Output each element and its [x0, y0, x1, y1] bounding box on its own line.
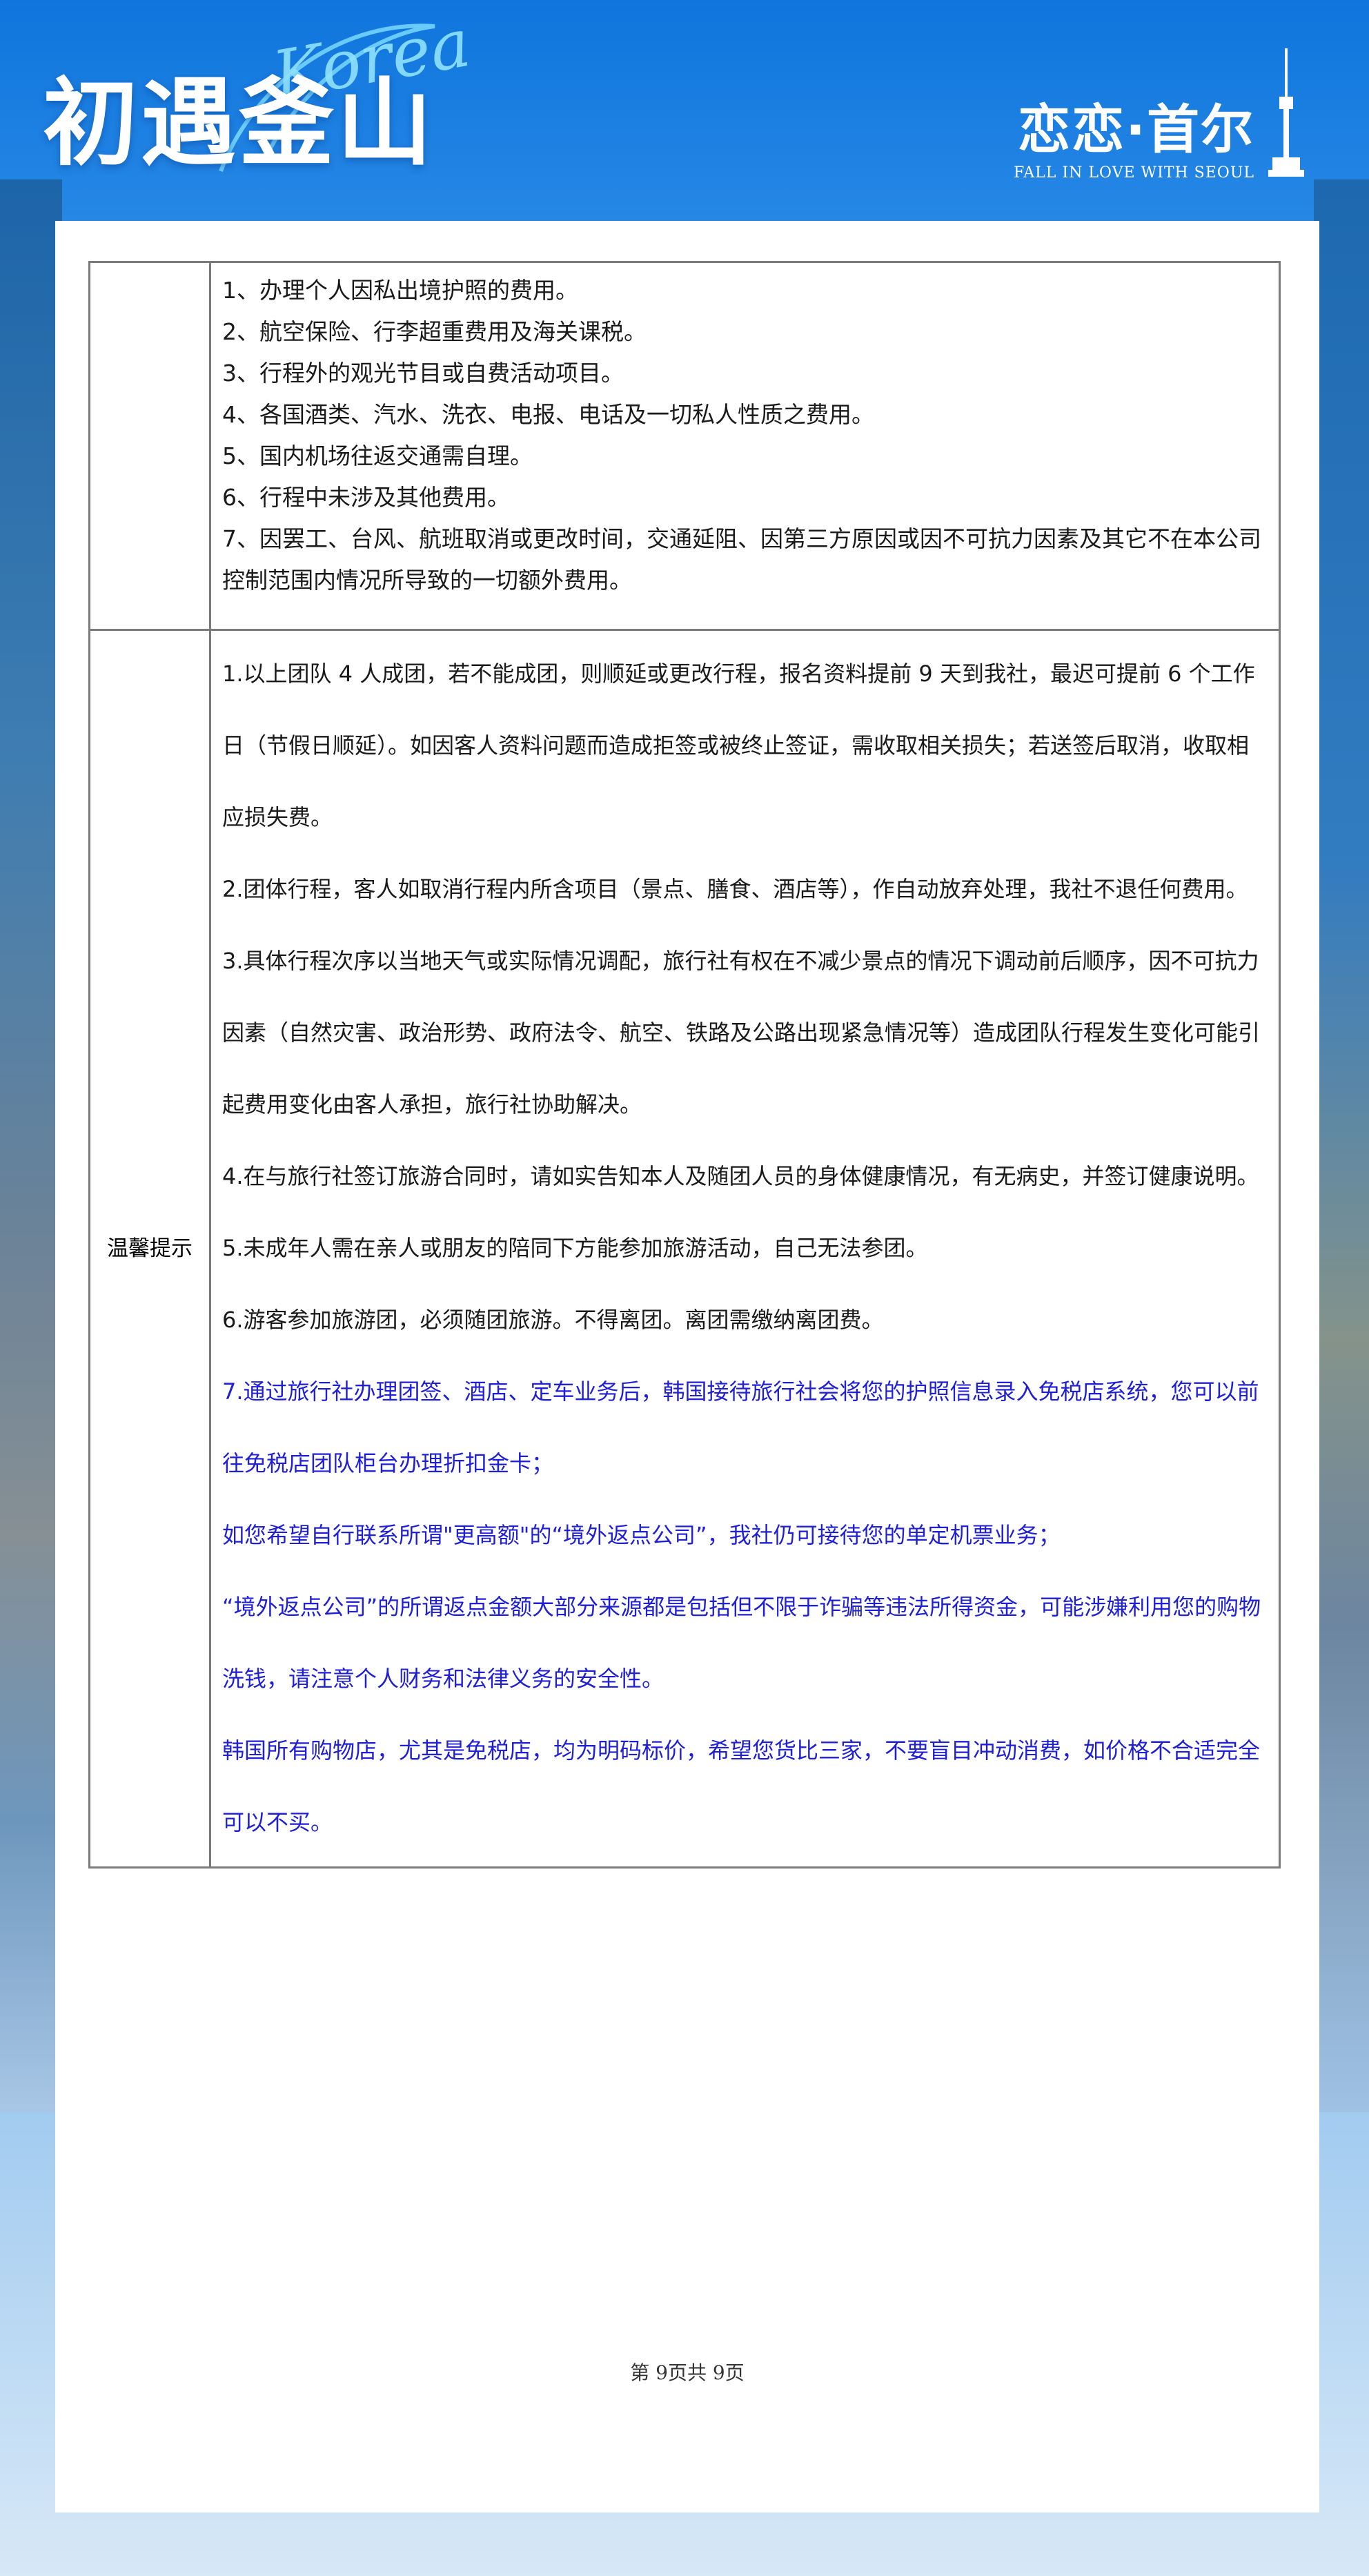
tip-item: 4.在与旅行社签订旅游合同时，请如实告知本人及随团人员的身体健康情况，有无病史，… [222, 1163, 1259, 1189]
tips-label: 温馨提示 [88, 629, 211, 1868]
fee-item: 1、办理个人因私出境护照的费用。 [222, 277, 578, 304]
page-header: Korea 初遇釜山 恋恋·首尔 FALL IN LOVE WITH SEOUL [0, 0, 1369, 221]
fee-item: 7、因罢工、台风、航班取消或更改时间，交通延阻、因第三方原因或因不可抗力因素及其… [222, 525, 1261, 594]
page-number: 第 9页共 9页 [630, 2361, 745, 2384]
seoul-tower-icon [1268, 48, 1304, 177]
info-table: 1、办理个人因私出境护照的费用。 2、航空保险、行李超重费用及海关课税。 3、行… [88, 261, 1281, 1868]
brand-logo: 恋恋·首尔 FALL IN LOVE WITH SEOUL [1014, 104, 1254, 182]
fee-exclusions-content: 1、办理个人因私出境护照的费用。 2、航空保险、行李超重费用及海关课税。 3、行… [209, 261, 1281, 631]
tips-content: 1.以上团队 4 人成团，若不能成团，则顺延或更改行程，报名资料提前 9 天到我… [209, 629, 1281, 1868]
tip-item: 5.未成年人需在亲人或朋友的陪同下方能参加旅游活动，自己无法参团。 [222, 1235, 928, 1261]
document-page: 1、办理个人因私出境护照的费用。 2、航空保险、行李超重费用及海关课税。 3、行… [55, 221, 1319, 2512]
background-photo-right [1314, 179, 1369, 2112]
brand-name-en: FALL IN LOVE WITH SEOUL [1013, 164, 1254, 182]
brand-name-cn: 恋恋·首尔 [1018, 99, 1254, 160]
fee-item: 4、各国酒类、汽水、洗衣、电报、电话及一切私人性质之费用。 [222, 401, 874, 428]
fee-exclusions-row: 1、办理个人因私出境护照的费用。 2、航空保险、行李超重费用及海关课税。 3、行… [88, 261, 1281, 631]
logo-title: 初遇釜山 [43, 68, 435, 179]
fee-item: 6、行程中未涉及其他费用。 [222, 484, 510, 511]
tip-item-highlight: 7.通过旅行社办理团签、酒店、定车业务后，韩国接待旅行社会将您的护照信息录入免税… [222, 1378, 1259, 1476]
tip-item-highlight: “境外返点公司”的所谓返点金额大部分来源都是包括但不限于诈骗等违法所得资金，可能… [222, 1594, 1261, 1692]
tip-item: 1.以上团队 4 人成团，若不能成团，则顺延或更改行程，报名资料提前 9 天到我… [222, 661, 1255, 830]
tip-item: 6.游客参加旅游团，必须随团旅游。不得离团。离团需缴纳离团费。 [222, 1307, 884, 1333]
fee-item: 3、行程外的观光节目或自费活动项目。 [222, 360, 624, 387]
fee-item: 2、航空保险、行李超重费用及海关课税。 [222, 318, 647, 345]
tip-item: 3.具体行程次序以当地天气或实际情况调配，旅行社有权在不减少景点的情况下调动前后… [222, 948, 1261, 1118]
tip-item-highlight: 如您希望自行联系所谓"更高额"的“境外返点公司”，我社仍可接待您的单定机票业务； [222, 1522, 1061, 1548]
fee-exclusions-label-cell [88, 261, 211, 631]
tips-row: 温馨提示 1.以上团队 4 人成团，若不能成团，则顺延或更改行程，报名资料提前 … [88, 629, 1281, 1868]
tip-item-highlight: 韩国所有购物店，尤其是免税店，均为明码标价，希望您货比三家，不要盲目冲动消费，如… [222, 1737, 1261, 1835]
tip-item: 2.团体行程，客人如取消行程内所含项目（景点、膳食、酒店等），作自动放弃处理，我… [222, 876, 1248, 902]
fee-item: 5、国内机场往返交通需自理。 [222, 442, 533, 469]
background-photo-left [0, 179, 62, 2112]
